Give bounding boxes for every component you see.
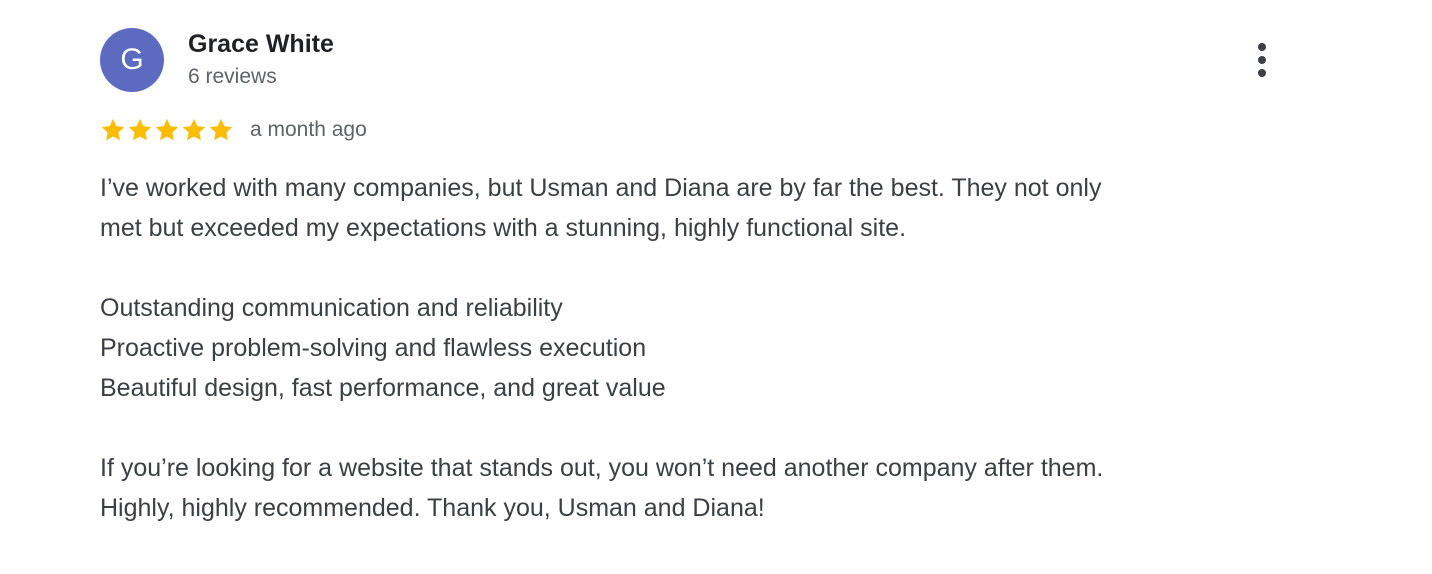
author-review-count: 6 reviews	[188, 65, 277, 88]
review-card: G Grace White 6 reviews a month ago I’ve…	[0, 0, 1432, 574]
star-icon	[101, 118, 125, 141]
avatar[interactable]: G	[100, 28, 164, 92]
star-icon	[182, 118, 206, 141]
review-text: I’ve worked with many companies, but Usm…	[100, 168, 1300, 528]
review-time: a month ago	[250, 118, 367, 141]
review-line: Highly, highly recommended. Thank you, U…	[100, 494, 765, 522]
rating-row: a month ago	[100, 114, 367, 146]
avatar-initial: G	[120, 43, 144, 76]
star-icon	[128, 118, 152, 141]
star-rating	[100, 117, 234, 143]
star-icon	[209, 118, 233, 141]
author-name[interactable]: Grace White	[188, 28, 334, 60]
star-icon	[155, 118, 179, 141]
review-point: Beautiful design, fast performance, and …	[100, 374, 666, 402]
review-point: Outstanding communication and reliabilit…	[100, 294, 563, 322]
more-vert-icon	[1258, 43, 1266, 77]
review-point: Proactive problem-solving and flawless e…	[100, 334, 647, 362]
review-line: I’ve worked with many companies, but Usm…	[100, 174, 1102, 202]
review-line: If you’re looking for a website that sta…	[100, 454, 1104, 482]
more-options-button[interactable]	[1246, 40, 1278, 80]
review-line: met but exceeded my expectations with a …	[100, 214, 907, 242]
